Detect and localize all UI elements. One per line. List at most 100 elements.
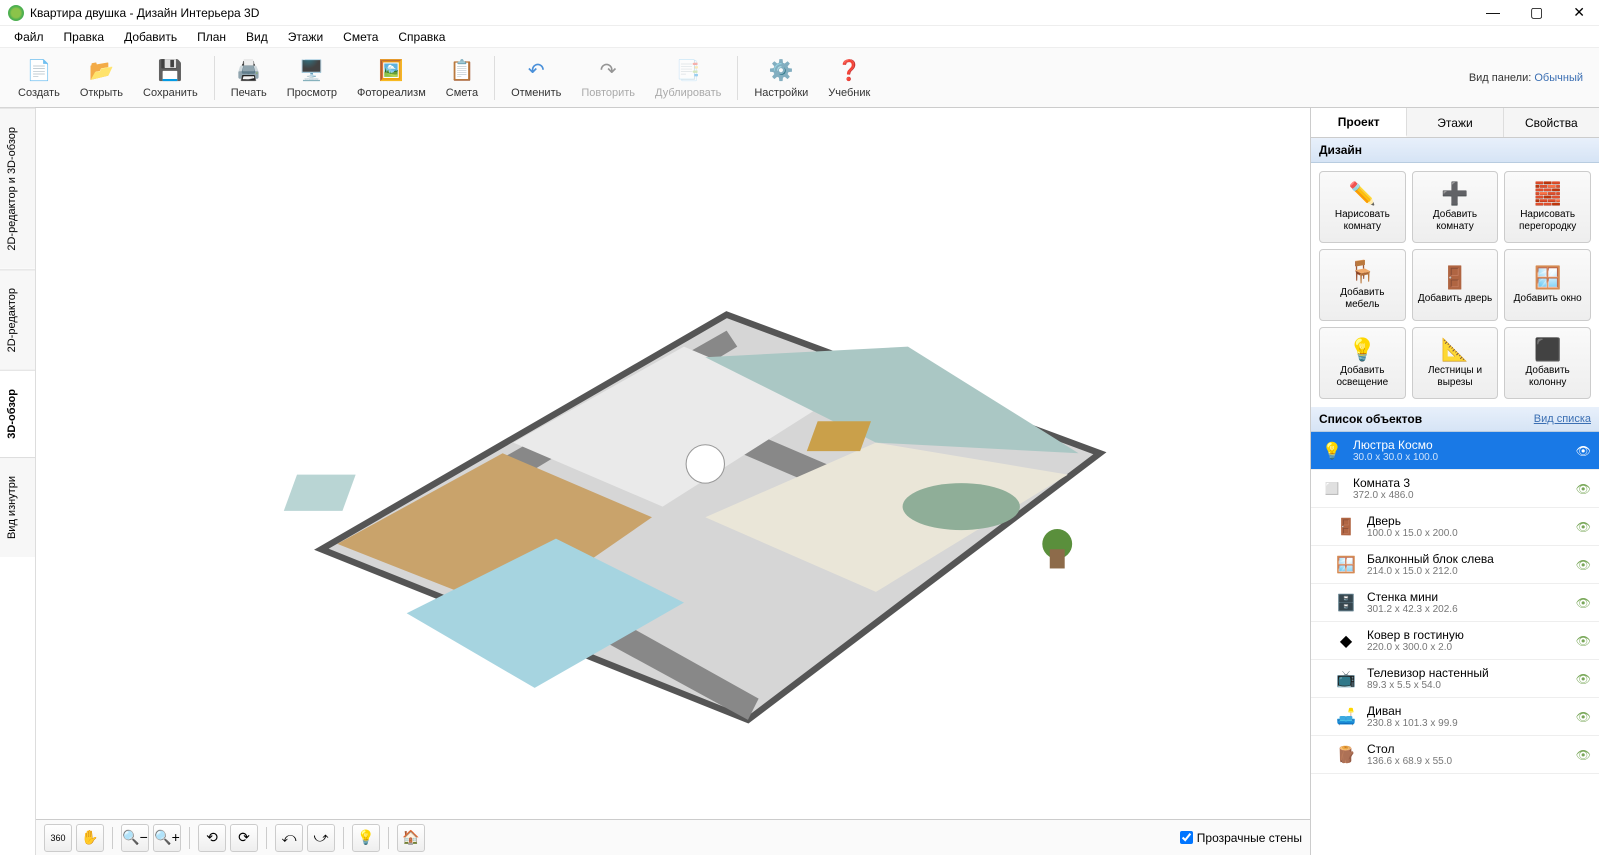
- rotate-right-button[interactable]: ⟳: [230, 824, 258, 852]
- app-icon: [8, 5, 24, 21]
- tab-2d-editor[interactable]: 2D-редактор: [0, 269, 35, 370]
- separator: [343, 827, 344, 849]
- tilt-up-button[interactable]: ⤺: [275, 824, 303, 852]
- tab-inside-view[interactable]: Вид изнутри: [0, 457, 35, 557]
- home-button[interactable]: 🏠: [397, 824, 425, 852]
- design-button-2[interactable]: 🧱Нарисовать перегородку: [1504, 171, 1591, 243]
- tab-3d-view[interactable]: 3D-обзор: [0, 370, 35, 457]
- menu-add[interactable]: Добавить: [116, 28, 185, 46]
- undo-button[interactable]: ↶Отменить: [501, 55, 571, 101]
- visibility-icon[interactable]: 👁: [1576, 482, 1591, 496]
- floorplan-3d-icon: [100, 144, 1247, 784]
- photo-icon: 🖼️: [377, 57, 405, 85]
- redo-button[interactable]: ↷Повторить: [571, 55, 645, 101]
- object-item-5[interactable]: ◆Ковер в гостиную220.0 x 300.0 x 2.0👁: [1311, 622, 1599, 660]
- save-button[interactable]: 💾Сохранить: [133, 55, 208, 101]
- monitor-icon: 🖥️: [298, 57, 326, 85]
- menu-floors[interactable]: Этажи: [280, 28, 331, 46]
- object-icon: 🗄️: [1333, 592, 1359, 614]
- pan-button[interactable]: ✋: [76, 824, 104, 852]
- menu-help[interactable]: Справка: [390, 28, 453, 46]
- tab-2d-3d[interactable]: 2D-редактор и 3D-обзор: [0, 108, 35, 269]
- object-icon: 🚪: [1333, 516, 1359, 538]
- design-label: Добавить дверь: [1418, 293, 1492, 305]
- visibility-icon[interactable]: 👁: [1576, 520, 1591, 534]
- rotate-360-button[interactable]: 360: [44, 824, 72, 852]
- hand-icon: ✋: [81, 829, 98, 846]
- design-button-3[interactable]: 🪑Добавить мебель: [1319, 249, 1406, 321]
- tab-project[interactable]: Проект: [1311, 108, 1407, 137]
- design-button-6[interactable]: 💡Добавить освещение: [1319, 327, 1406, 399]
- object-item-2[interactable]: 🚪Дверь100.0 x 15.0 x 200.0👁: [1311, 508, 1599, 546]
- design-button-1[interactable]: ➕Добавить комнату: [1412, 171, 1499, 243]
- zoom-out-button[interactable]: 🔍−: [121, 824, 149, 852]
- object-item-7[interactable]: 🛋️Диван230.8 x 101.3 x 99.9👁: [1311, 698, 1599, 736]
- separator: [266, 827, 267, 849]
- object-name: Ковер в гостиную: [1367, 628, 1568, 642]
- tilt-down-button[interactable]: ⤻: [307, 824, 335, 852]
- menu-plan[interactable]: План: [189, 28, 234, 46]
- separator: [189, 827, 190, 849]
- 3d-viewport[interactable]: [36, 108, 1310, 819]
- preview-button[interactable]: 🖥️Просмотр: [277, 55, 347, 101]
- light-button[interactable]: 💡: [352, 824, 380, 852]
- object-item-6[interactable]: 📺Телевизор настенный89.3 x 5.5 x 54.0👁: [1311, 660, 1599, 698]
- object-dims: 230.8 x 101.3 x 99.9: [1367, 718, 1568, 729]
- minimize-button[interactable]: —: [1480, 2, 1506, 23]
- object-item-3[interactable]: 🪟Балконный блок слева214.0 x 15.0 x 212.…: [1311, 546, 1599, 584]
- object-item-4[interactable]: 🗄️Стенка мини301.2 x 42.3 x 202.6👁: [1311, 584, 1599, 622]
- rotate-left-button[interactable]: ⟲: [198, 824, 226, 852]
- close-button[interactable]: ✕: [1567, 2, 1591, 23]
- object-item-8[interactable]: 🪵Стол136.6 x 68.9 x 55.0👁: [1311, 736, 1599, 774]
- copy-icon: 📑: [674, 57, 702, 85]
- open-button[interactable]: 📂Открыть: [70, 55, 133, 101]
- design-icon: ⬛: [1534, 337, 1561, 363]
- visibility-icon[interactable]: 👁: [1576, 444, 1591, 458]
- visibility-icon[interactable]: 👁: [1576, 634, 1591, 648]
- list-view-link[interactable]: Вид списка: [1534, 413, 1591, 425]
- menu-estimate[interactable]: Смета: [335, 28, 386, 46]
- visibility-icon[interactable]: 👁: [1576, 748, 1591, 762]
- design-label: Нарисовать комнату: [1324, 209, 1401, 233]
- design-button-4[interactable]: 🚪Добавить дверь: [1412, 249, 1499, 321]
- menu-file[interactable]: Файл: [6, 28, 52, 46]
- design-button-8[interactable]: ⬛Добавить колонну: [1504, 327, 1591, 399]
- visibility-icon[interactable]: 👁: [1576, 710, 1591, 724]
- tutorial-button[interactable]: ❓Учебник: [818, 55, 880, 101]
- design-button-0[interactable]: ✏️Нарисовать комнату: [1319, 171, 1406, 243]
- duplicate-button[interactable]: 📑Дублировать: [645, 55, 731, 101]
- design-button-7[interactable]: 📐Лестницы и вырезы: [1412, 327, 1499, 399]
- create-button[interactable]: 📄Создать: [8, 55, 70, 101]
- zoom-in-button[interactable]: 🔍+: [153, 824, 181, 852]
- object-dims: 89.3 x 5.5 x 54.0: [1367, 680, 1568, 691]
- print-button[interactable]: 🖨️Печать: [221, 55, 277, 101]
- save-icon: 💾: [156, 57, 184, 85]
- visibility-icon[interactable]: 👁: [1576, 596, 1591, 610]
- settings-button[interactable]: ⚙️Настройки: [744, 55, 818, 101]
- object-icon: 🪵: [1333, 744, 1359, 766]
- design-label: Добавить колонну: [1509, 365, 1586, 389]
- photorealism-button[interactable]: 🖼️Фотореализм: [347, 55, 436, 101]
- design-icon: 💡: [1349, 337, 1376, 363]
- transparent-walls-input[interactable]: [1180, 831, 1193, 844]
- tab-properties[interactable]: Свойства: [1504, 108, 1599, 137]
- design-button-5[interactable]: 🪟Добавить окно: [1504, 249, 1591, 321]
- tab-floors[interactable]: Этажи: [1407, 108, 1503, 137]
- design-label: Добавить окно: [1514, 293, 1582, 305]
- menu-view[interactable]: Вид: [238, 28, 276, 46]
- panel-mode-link[interactable]: Обычный: [1534, 72, 1583, 84]
- redo-icon: ↷: [594, 57, 622, 85]
- design-label: Добавить освещение: [1324, 365, 1401, 389]
- object-name: Комната 3: [1353, 476, 1568, 490]
- transparent-walls-checkbox[interactable]: Прозрачные стены: [1180, 831, 1302, 845]
- clipboard-icon: 📋: [448, 57, 476, 85]
- maximize-button[interactable]: ▢: [1524, 2, 1549, 23]
- object-name: Балконный блок слева: [1367, 552, 1568, 566]
- window-title: Квартира двушка - Дизайн Интерьера 3D: [30, 6, 1480, 20]
- object-item-1[interactable]: ◻️Комната 3372.0 x 486.0👁: [1311, 470, 1599, 508]
- visibility-icon[interactable]: 👁: [1576, 672, 1591, 686]
- object-item-0[interactable]: 💡Люстра Космо30.0 x 30.0 x 100.0👁: [1311, 432, 1599, 470]
- visibility-icon[interactable]: 👁: [1576, 558, 1591, 572]
- menu-edit[interactable]: Правка: [56, 28, 113, 46]
- estimate-button[interactable]: 📋Смета: [436, 55, 488, 101]
